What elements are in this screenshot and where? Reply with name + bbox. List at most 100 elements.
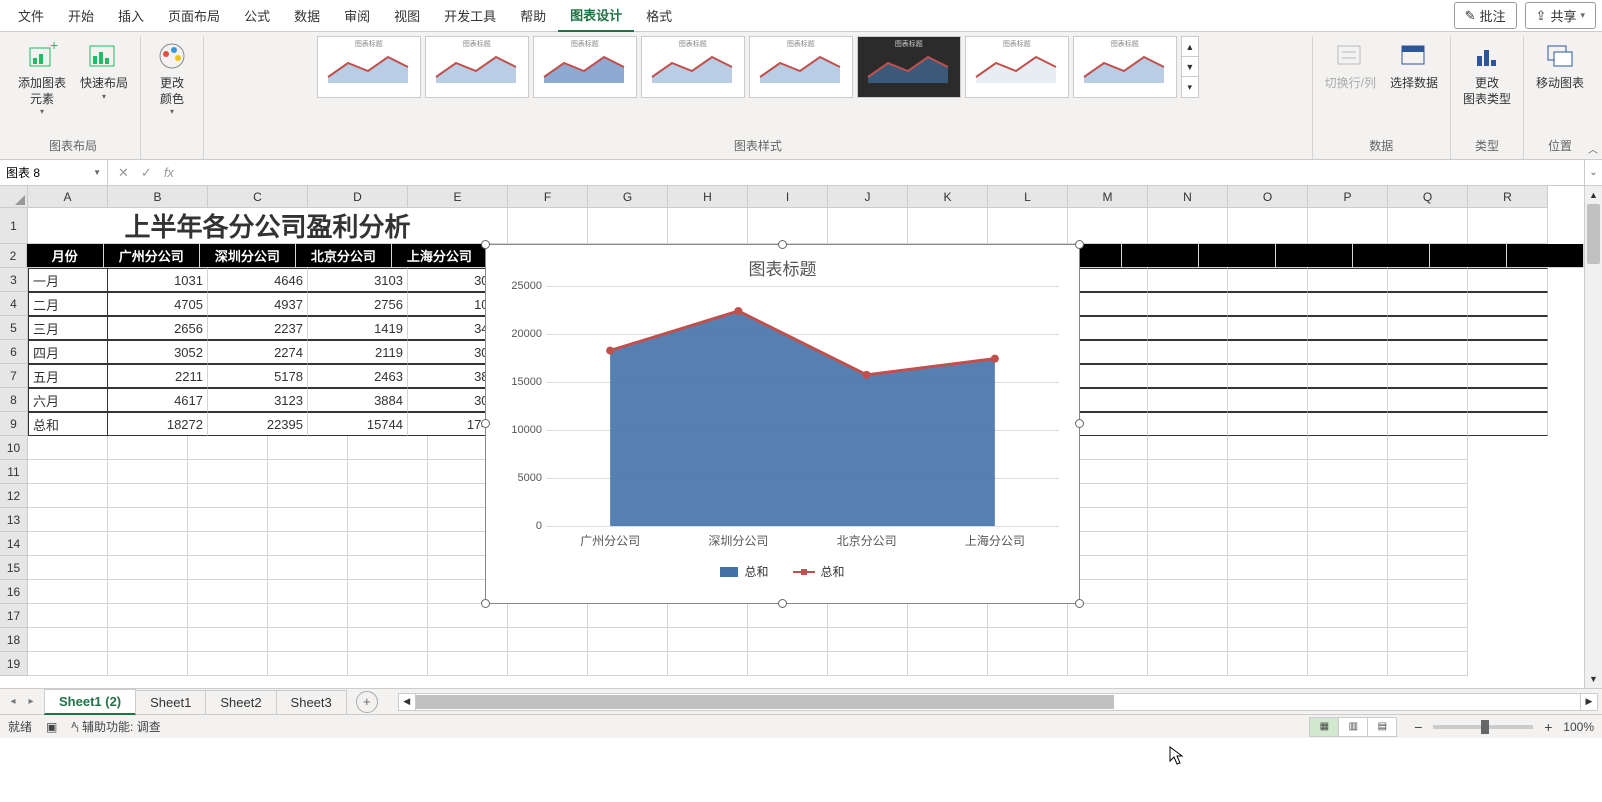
sheet-tab-3[interactable]: Sheet2: [205, 690, 276, 714]
cell[interactable]: [1148, 364, 1228, 388]
cell[interactable]: [1388, 484, 1468, 508]
cell[interactable]: 二月: [28, 292, 108, 316]
view-page-layout-button[interactable]: ▥: [1338, 717, 1368, 737]
col-Q[interactable]: Q: [1388, 186, 1468, 208]
cell[interactable]: [348, 604, 428, 628]
cell[interactable]: [1148, 388, 1228, 412]
col-A[interactable]: A: [28, 186, 108, 208]
cell[interactable]: [188, 652, 268, 676]
cell[interactable]: [1068, 292, 1148, 316]
sheet-tab-1[interactable]: Sheet1 (2): [44, 689, 136, 715]
cell[interactable]: [1148, 340, 1228, 364]
cell[interactable]: [748, 652, 828, 676]
zoom-out-button[interactable]: −: [1411, 719, 1425, 735]
chart-style-1[interactable]: 图表标题: [317, 36, 421, 98]
chart-style-2[interactable]: 图表标题: [425, 36, 529, 98]
add-sheet-button[interactable]: +: [356, 691, 378, 713]
cell[interactable]: [1068, 208, 1148, 244]
formula-input[interactable]: [184, 160, 1584, 185]
cell[interactable]: 3884: [308, 388, 408, 412]
vscroll-track[interactable]: [1585, 204, 1602, 670]
cell[interactable]: 22395: [208, 412, 308, 436]
scroll-up-button[interactable]: ▲: [1585, 186, 1602, 204]
cell[interactable]: [188, 604, 268, 628]
menu-review[interactable]: 审阅: [332, 0, 382, 31]
cell[interactable]: [1228, 460, 1308, 484]
cell[interactable]: [1228, 316, 1308, 340]
cell[interactable]: [1468, 268, 1548, 292]
cell[interactable]: [668, 208, 748, 244]
zoom-percent[interactable]: 100%: [1563, 720, 1594, 734]
menu-format[interactable]: 格式: [634, 0, 684, 31]
menu-help[interactable]: 帮助: [508, 0, 558, 31]
cell[interactable]: 上海分公司: [392, 244, 488, 268]
cell[interactable]: [268, 460, 348, 484]
cell[interactable]: [1228, 364, 1308, 388]
cell[interactable]: 4937: [208, 292, 308, 316]
menu-devtools[interactable]: 开发工具: [432, 0, 508, 31]
cell[interactable]: [1507, 244, 1584, 268]
add-chart-element-button[interactable]: + 添加图表 元素▾: [12, 36, 72, 120]
enter-formula-button[interactable]: ✓: [141, 165, 152, 181]
cell[interactable]: [828, 628, 908, 652]
gallery-more-button[interactable]: ▾: [1182, 77, 1198, 97]
row-header-18[interactable]: 18: [0, 628, 28, 652]
cell[interactable]: [268, 508, 348, 532]
cell[interactable]: [188, 508, 268, 532]
cell[interactable]: [1308, 388, 1388, 412]
cell[interactable]: [268, 652, 348, 676]
cell[interactable]: [1228, 268, 1308, 292]
col-O[interactable]: O: [1228, 186, 1308, 208]
cell[interactable]: [1122, 244, 1199, 268]
row-header-13[interactable]: 13: [0, 508, 28, 532]
col-B[interactable]: B: [108, 186, 208, 208]
quick-layout-button[interactable]: 快速布局▾: [74, 36, 134, 105]
cell[interactable]: [1308, 556, 1388, 580]
cell[interactable]: [108, 580, 188, 604]
cell[interactable]: [28, 436, 108, 460]
cell[interactable]: [188, 556, 268, 580]
cell[interactable]: [908, 604, 988, 628]
cell[interactable]: [1308, 508, 1388, 532]
cell[interactable]: [1148, 532, 1228, 556]
cell[interactable]: [1228, 508, 1308, 532]
cell[interactable]: [268, 556, 348, 580]
row-header-5[interactable]: 5: [0, 316, 28, 340]
row-header-10[interactable]: 10: [0, 436, 28, 460]
cell[interactable]: [1148, 580, 1228, 604]
cell[interactable]: [1468, 208, 1548, 244]
cell[interactable]: [1388, 292, 1468, 316]
col-P[interactable]: P: [1308, 186, 1388, 208]
cell[interactable]: [108, 484, 188, 508]
cell[interactable]: [1148, 436, 1228, 460]
cell[interactable]: 2119: [308, 340, 408, 364]
cell[interactable]: [1308, 532, 1388, 556]
fx-button[interactable]: fx: [164, 165, 174, 180]
menu-file[interactable]: 文件: [6, 0, 56, 31]
cell[interactable]: [348, 460, 428, 484]
cell[interactable]: [1068, 484, 1148, 508]
zoom-slider[interactable]: [1433, 725, 1533, 729]
cell[interactable]: [348, 484, 428, 508]
cell[interactable]: [1308, 484, 1388, 508]
cell[interactable]: [748, 208, 828, 244]
horizontal-scrollbar[interactable]: ◀ ▶: [398, 693, 1598, 711]
cell[interactable]: [1068, 268, 1148, 292]
cell[interactable]: [28, 556, 108, 580]
row-header-14[interactable]: 14: [0, 532, 28, 556]
cell[interactable]: [1148, 292, 1228, 316]
collapse-ribbon-button[interactable]: ︿: [1588, 141, 1598, 156]
cell[interactable]: [1148, 460, 1228, 484]
col-I[interactable]: I: [748, 186, 828, 208]
cell[interactable]: 2211: [108, 364, 208, 388]
name-box[interactable]: ▼: [0, 160, 108, 185]
cell[interactable]: [428, 604, 508, 628]
sheet-area[interactable]: A B C D E F G H I J K L M N O P Q R 1上半年…: [0, 186, 1584, 688]
cell[interactable]: [1228, 208, 1308, 244]
cell[interactable]: [1308, 208, 1388, 244]
cancel-formula-button[interactable]: ✕: [118, 165, 129, 181]
cell[interactable]: [668, 652, 748, 676]
cell[interactable]: [28, 460, 108, 484]
cell[interactable]: [188, 532, 268, 556]
cell[interactable]: [828, 208, 908, 244]
